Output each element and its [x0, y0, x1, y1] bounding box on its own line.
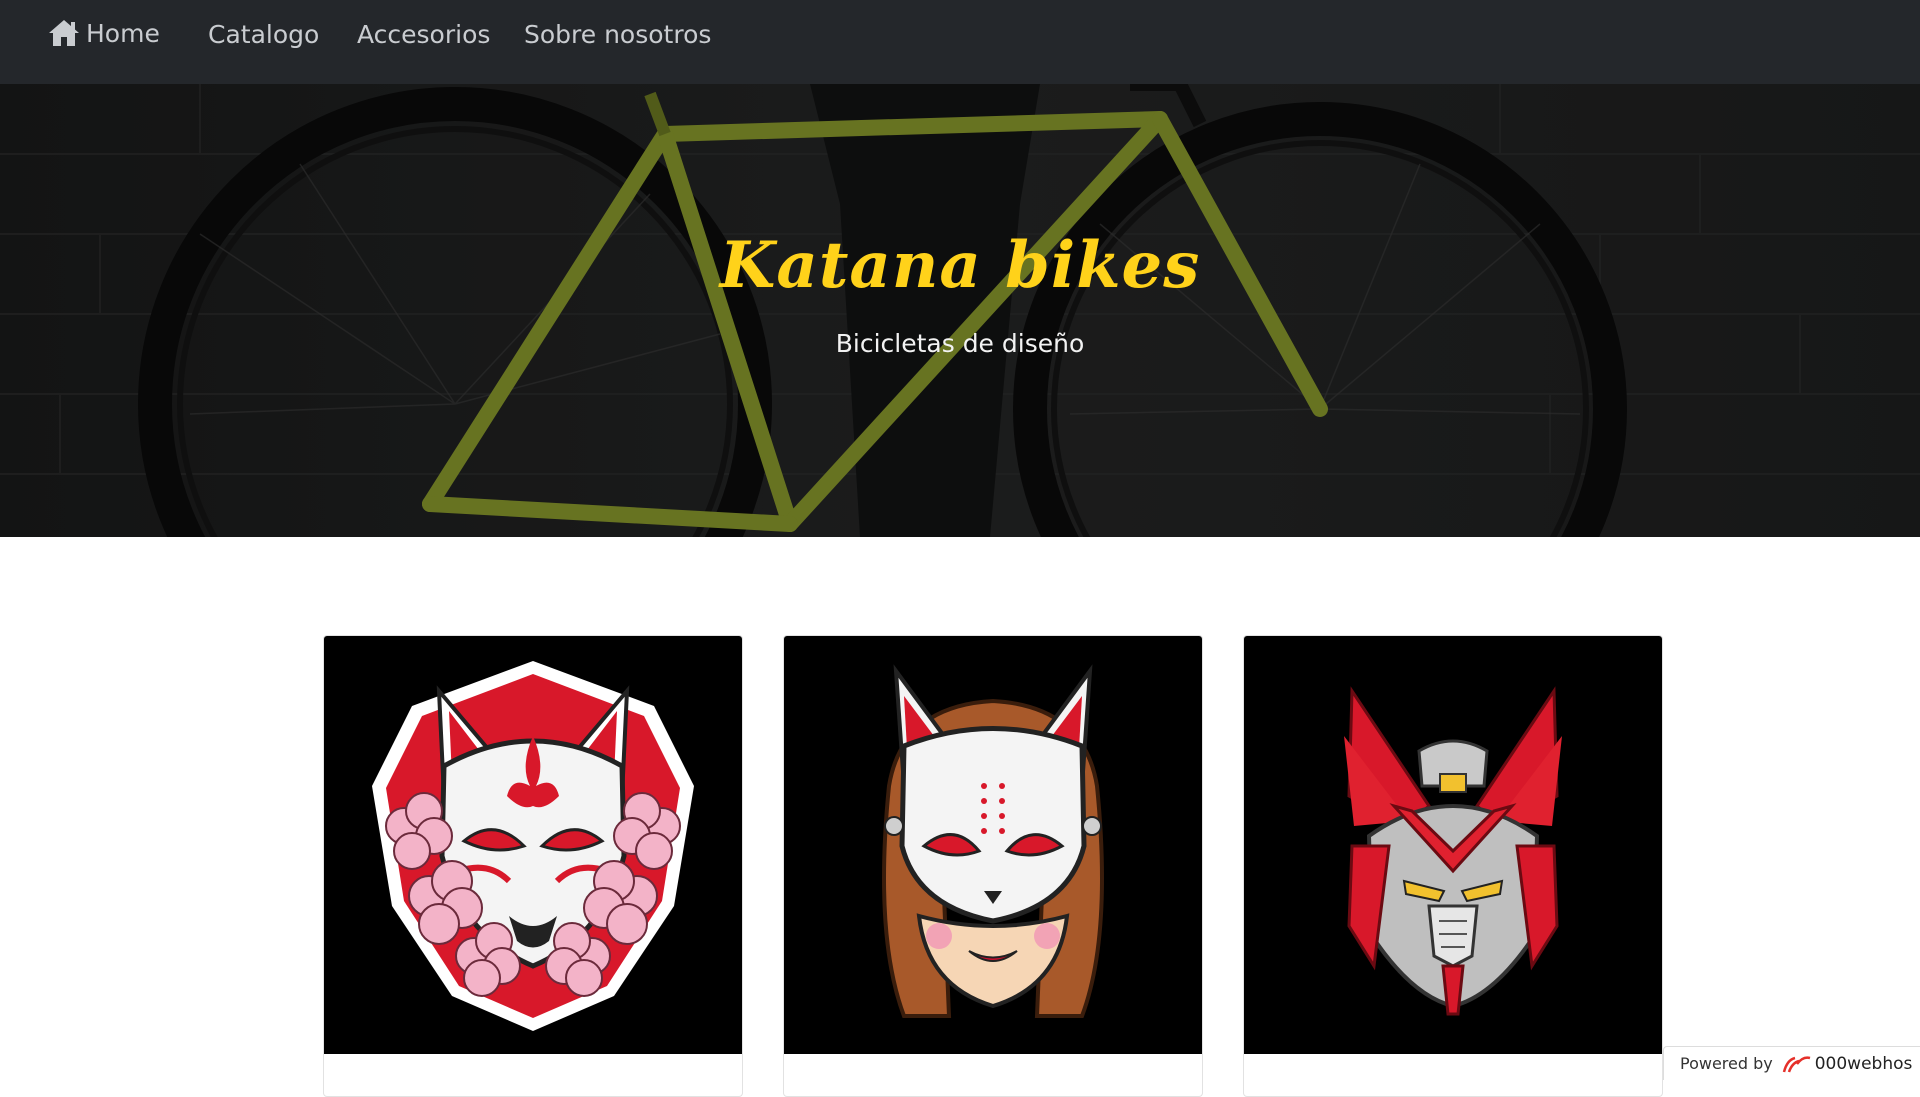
card-image: [784, 636, 1202, 1054]
home-icon: [48, 18, 80, 48]
nav-home-label: Home: [86, 19, 160, 48]
hero-subtitle: Bicicletas de diseño: [0, 329, 1920, 358]
nav-sobre-nosotros-link[interactable]: Sobre nosotros: [524, 20, 711, 49]
product-card[interactable]: [783, 635, 1203, 1097]
hosting-logo-icon: [1781, 1054, 1811, 1074]
mecha-robot-head-icon: [1244, 636, 1662, 1054]
hosting-badge[interactable]: Powered by 000webhos: [1663, 1046, 1920, 1080]
hero-banner: Katana bikes Bicicletas de diseño: [0, 84, 1920, 537]
nav-catalogo-link[interactable]: Catalogo: [208, 20, 319, 49]
card-image: [1244, 636, 1662, 1054]
kitsune-mask-girl-icon: [784, 636, 1202, 1054]
product-card[interactable]: [323, 635, 743, 1097]
powered-by-label: Powered by: [1680, 1054, 1773, 1073]
product-card[interactable]: [1243, 635, 1663, 1097]
kitsune-mask-sakura-icon: [324, 636, 742, 1054]
card-image: [324, 636, 742, 1054]
hosting-brand-label: 000webhos: [1815, 1054, 1913, 1074]
nav-home-link[interactable]: Home: [48, 18, 160, 48]
nav-accesorios-link[interactable]: Accesorios: [357, 20, 490, 49]
hero-title: Katana bikes: [0, 228, 1920, 303]
top-navbar: Home Catalogo Accesorios Sobre nosotros: [0, 0, 1920, 84]
bicycle-background-image: [0, 84, 1920, 537]
